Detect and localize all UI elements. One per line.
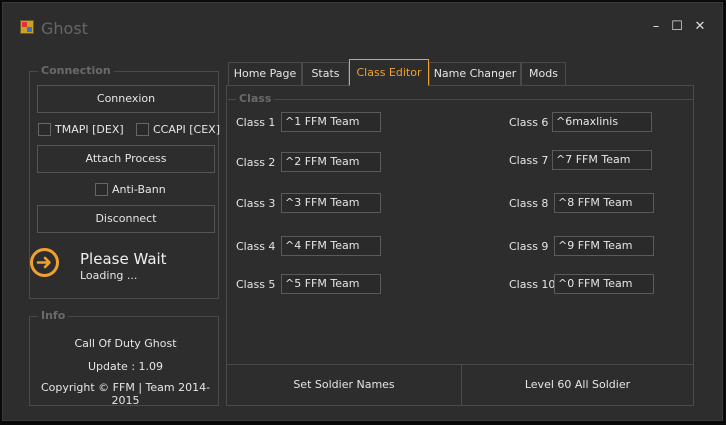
minimize-button[interactable]: – bbox=[648, 19, 664, 35]
antiban-label: Anti-Bann bbox=[112, 183, 166, 196]
info-game-name: Call Of Duty Ghost bbox=[74, 337, 177, 350]
connect-button[interactable]: Connexion bbox=[37, 85, 215, 113]
set-soldier-names-button[interactable]: Set Soldier Names bbox=[227, 364, 461, 405]
status-subtitle: Loading ... bbox=[80, 269, 138, 282]
class-4-input[interactable]: ^4 FFM Team bbox=[281, 236, 381, 256]
tab-class-editor[interactable]: Class Editor bbox=[349, 59, 429, 86]
class-2-input[interactable]: ^2 FFM Team bbox=[281, 152, 381, 172]
disconnect-button[interactable]: Disconnect bbox=[37, 205, 215, 233]
tab-name-changer[interactable]: Name Changer bbox=[429, 62, 521, 85]
tmapi-label: TMAPI [DEX] bbox=[55, 123, 124, 136]
class-5-input[interactable]: ^5 FFM Team bbox=[281, 274, 381, 294]
ccapi-checkbox[interactable]: CCAPI [CEX] bbox=[136, 123, 220, 136]
class-2-label: Class 2 bbox=[236, 156, 276, 169]
status-title: Please Wait bbox=[80, 250, 167, 268]
attach-process-button[interactable]: Attach Process bbox=[37, 145, 215, 173]
info-update: Update : 1.09 bbox=[87, 360, 164, 373]
class-1-label: Class 1 bbox=[236, 116, 276, 129]
connection-group-title: Connection bbox=[38, 64, 114, 77]
info-group-title: Info bbox=[38, 309, 69, 322]
class-9-label: Class 9 bbox=[509, 240, 549, 253]
class-7-label: Class 7 bbox=[509, 154, 549, 167]
class-7-input[interactable]: ^7 FFM Team bbox=[552, 150, 652, 170]
class-10-input[interactable]: ^0 FFM Team bbox=[554, 274, 654, 294]
close-button[interactable]: ✕ bbox=[692, 19, 708, 35]
window-title: Ghost bbox=[41, 19, 88, 38]
class-4-label: Class 4 bbox=[236, 240, 276, 253]
maximize-button[interactable]: ☐ bbox=[669, 19, 685, 35]
class-group: Class bbox=[228, 92, 694, 363]
tmapi-checkbox-box[interactable] bbox=[38, 123, 51, 136]
app-window: Ghost – ☐ ✕ Connection Connexion TMAPI [… bbox=[2, 2, 723, 421]
class-8-label: Class 8 bbox=[509, 197, 549, 210]
tab-home-page[interactable]: Home Page bbox=[228, 62, 302, 85]
tmapi-checkbox[interactable]: TMAPI [DEX] bbox=[38, 123, 124, 136]
tab-stats[interactable]: Stats bbox=[302, 62, 349, 85]
class-8-input[interactable]: ^8 FFM Team bbox=[554, 193, 654, 213]
arrow-right-icon bbox=[36, 256, 51, 269]
class-3-label: Class 3 bbox=[236, 197, 276, 210]
app-icon bbox=[20, 20, 34, 34]
ccapi-label: CCAPI [CEX] bbox=[153, 123, 221, 136]
title-bar[interactable]: Ghost – ☐ ✕ bbox=[3, 3, 722, 49]
class-1-input[interactable]: ^1 FFM Team bbox=[281, 112, 381, 132]
info-copyright: Copyright © FFM | Team 2014-2015 bbox=[40, 381, 211, 407]
tab-mods[interactable]: Mods bbox=[521, 62, 566, 85]
ccapi-checkbox-box[interactable] bbox=[136, 123, 149, 136]
level-60-all-soldier-button[interactable]: Level 60 All Soldier bbox=[461, 364, 693, 405]
class-6-label: Class 6 bbox=[509, 116, 549, 129]
class-6-input[interactable]: ^6maxlinis bbox=[552, 112, 652, 132]
class-9-input[interactable]: ^9 FFM Team bbox=[554, 236, 654, 256]
class-group-title: Class bbox=[236, 92, 275, 105]
antiban-checkbox[interactable]: Anti-Bann bbox=[95, 183, 166, 196]
class-10-label: Class 10 bbox=[509, 278, 556, 291]
class-3-input[interactable]: ^3 FFM Team bbox=[281, 193, 381, 213]
antiban-checkbox-box[interactable] bbox=[95, 183, 108, 196]
class-5-label: Class 5 bbox=[236, 278, 276, 291]
